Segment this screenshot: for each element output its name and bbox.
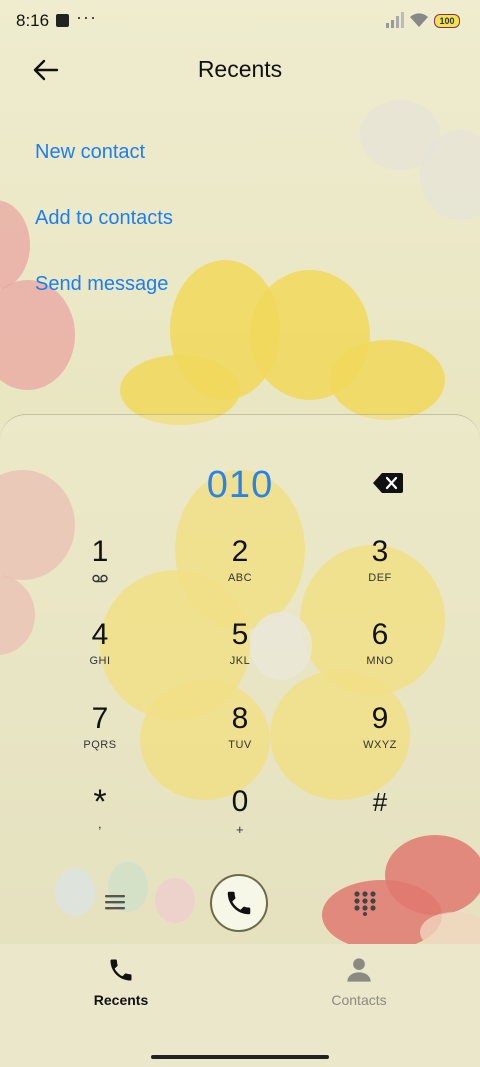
- dial-key-1[interactable]: 1: [40, 534, 160, 610]
- key-letters: PQRS: [83, 739, 117, 751]
- key-letters: GHI: [89, 655, 111, 667]
- key-digit: 4: [91, 618, 109, 651]
- key-letters: TUV: [228, 739, 252, 751]
- bottom-navigation: Recents Contacts: [0, 944, 480, 1067]
- phone-icon: [110, 959, 132, 981]
- key-letters: JKL: [229, 655, 251, 667]
- dial-key-8[interactable]: 8 TUV: [180, 701, 300, 777]
- nav-tab-recents[interactable]: Recents: [51, 956, 191, 1008]
- key-digit: 3: [371, 535, 389, 568]
- dial-key-hash[interactable]: #: [320, 784, 440, 860]
- status-time: 8:16: [16, 11, 50, 30]
- key-digit: *: [93, 783, 107, 821]
- person-icon: [347, 958, 371, 982]
- key-digit: #: [372, 787, 388, 817]
- send-message-link[interactable]: Send message: [35, 273, 168, 296]
- more-notifications-icon: ···: [76, 7, 97, 27]
- key-digit: 5: [231, 618, 249, 651]
- dial-key-2[interactable]: 2 ABC: [180, 534, 300, 610]
- key-digit: 8: [231, 702, 249, 735]
- nav-tab-contacts[interactable]: Contacts: [289, 956, 429, 1008]
- call-button[interactable]: [210, 874, 268, 932]
- key-digit: 7: [91, 702, 109, 735]
- menu-icon[interactable]: [102, 890, 128, 914]
- add-to-contacts-link[interactable]: Add to contacts: [35, 207, 173, 230]
- status-bar: 8:16 ··· 100: [0, 0, 480, 42]
- key-letters: WXYZ: [363, 739, 397, 751]
- key-letters: ABC: [227, 572, 253, 584]
- dial-key-9[interactable]: 9 WXYZ: [320, 701, 440, 777]
- dial-key-0[interactable]: 0 +: [180, 784, 300, 860]
- dialpad-toggle-icon[interactable]: [352, 890, 378, 916]
- key-letters: MNO: [366, 655, 394, 667]
- dial-key-5[interactable]: 5 JKL: [180, 617, 300, 693]
- key-digit: 6: [371, 618, 389, 651]
- signal-icon: [386, 12, 404, 28]
- dialed-number: 010: [206, 464, 274, 506]
- new-contact-link[interactable]: New contact: [35, 141, 145, 164]
- dial-key-6[interactable]: 6 MNO: [320, 617, 440, 693]
- dial-key-7[interactable]: 7 PQRS: [40, 701, 160, 777]
- home-indicator[interactable]: [151, 1055, 329, 1059]
- key-digit: 2: [231, 535, 249, 568]
- key-letters: ,: [97, 816, 103, 831]
- key-letters: DEF: [368, 572, 392, 584]
- key-digit: 1: [91, 535, 109, 568]
- voicemail-icon: [92, 574, 108, 583]
- key-digit: 9: [371, 702, 389, 735]
- dial-key-3[interactable]: 3 DEF: [320, 534, 440, 610]
- wifi-icon: [410, 13, 428, 27]
- dial-key-star[interactable]: * ,: [40, 784, 160, 860]
- page-title: Recents: [197, 56, 283, 82]
- notification-app-icon: [56, 14, 69, 27]
- key-letters: +: [235, 822, 245, 837]
- phone-icon: [227, 891, 251, 915]
- backspace-icon[interactable]: [373, 472, 403, 494]
- key-digit: 0: [231, 785, 249, 818]
- battery-icon: 100: [434, 14, 460, 28]
- nav-label: Recents: [93, 992, 149, 1008]
- dial-key-4[interactable]: 4 GHI: [40, 617, 160, 693]
- nav-label: Contacts: [331, 992, 387, 1008]
